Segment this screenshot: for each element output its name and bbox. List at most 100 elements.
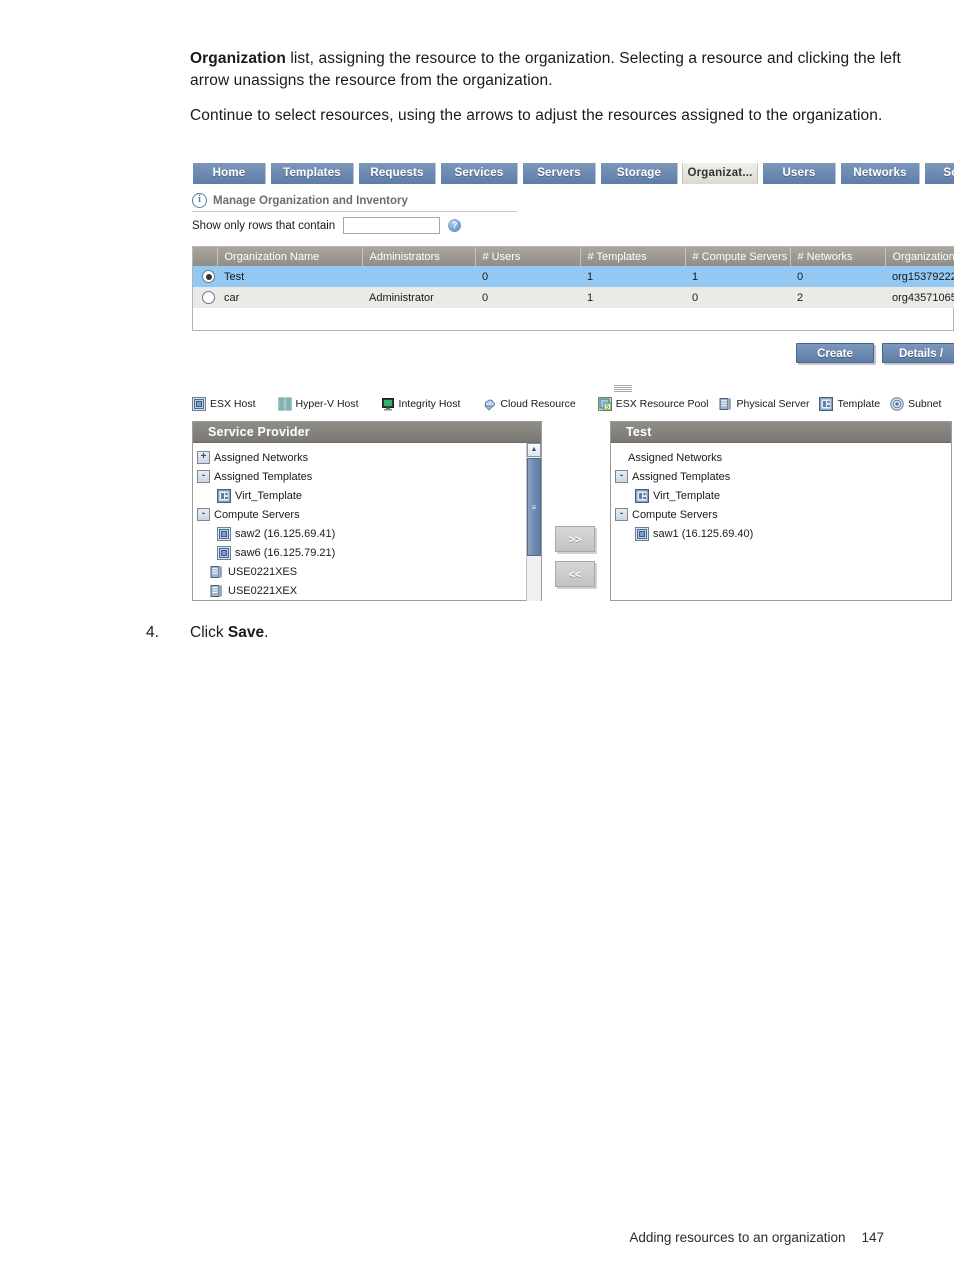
cell-compute-servers: 0 bbox=[685, 287, 790, 308]
tree-item-label: USE0221XEX bbox=[228, 584, 298, 597]
cloud-resource-icon bbox=[484, 399, 496, 411]
collapse-minus-icon[interactable]: - bbox=[197, 508, 210, 521]
collapse-minus-icon[interactable]: - bbox=[615, 470, 628, 483]
tab-requests[interactable]: Requests bbox=[358, 163, 436, 184]
column-organization-id[interactable]: Organization I bbox=[885, 247, 954, 266]
template-icon bbox=[635, 488, 649, 503]
tree-item-label: saw1 (16.125.69.40) bbox=[653, 527, 754, 540]
tree-item-saw2[interactable]: saw2 (16.125.69.41) bbox=[193, 524, 541, 543]
tree-item-assigned-networks[interactable]: Assigned Networks bbox=[611, 448, 951, 467]
tab-storage[interactable]: Storage bbox=[600, 163, 678, 184]
scrollbar-thumb[interactable]: ≡ bbox=[527, 458, 541, 556]
template-icon bbox=[819, 397, 834, 411]
cell-administrators: Administrator bbox=[362, 287, 475, 308]
service-provider-pane-title: Service Provider bbox=[193, 422, 541, 443]
details-button[interactable]: Details / bbox=[882, 343, 954, 363]
tree-item-assigned-networks[interactable]: + Assigned Networks bbox=[193, 448, 541, 467]
collapse-minus-icon[interactable]: - bbox=[197, 470, 210, 483]
organization-pane: Test Assigned Networks - Assigned Templa… bbox=[610, 421, 952, 601]
tree-item-label: Compute Servers bbox=[632, 508, 718, 521]
physical-server-icon bbox=[210, 584, 222, 597]
organizations-grid: Organization Name Administrators # Users… bbox=[192, 246, 954, 331]
tab-users[interactable]: Users bbox=[762, 163, 836, 184]
column-users[interactable]: # Users bbox=[475, 247, 581, 266]
tree-item-use0221xes[interactable]: USE0221XES bbox=[193, 562, 541, 581]
table-row[interactable]: car Administrator 0 1 0 2 org435710655 bbox=[193, 287, 954, 308]
resource-type-legend: ESX Host Hyper-V Host Integrity Host Clo… bbox=[192, 397, 952, 411]
tree-item-label: saw6 (16.125.79.21) bbox=[235, 546, 336, 559]
transfer-buttons: >> << bbox=[555, 526, 595, 587]
service-provider-tree: + Assigned Networks - Assigned Templates… bbox=[193, 443, 541, 601]
table-row[interactable]: Test 0 1 1 0 org153792223 bbox=[193, 266, 954, 287]
create-button[interactable]: Create bbox=[796, 343, 874, 363]
row-radio-selected[interactable] bbox=[202, 270, 215, 283]
collapse-minus-icon[interactable]: - bbox=[615, 508, 628, 521]
physical-server-icon bbox=[210, 565, 222, 578]
tab-home[interactable]: Home bbox=[192, 163, 266, 184]
physical-server-icon bbox=[719, 398, 731, 410]
organization-pane-title: Test bbox=[611, 422, 951, 443]
tree-item-label: Compute Servers bbox=[214, 508, 300, 521]
legend-label: Template bbox=[837, 398, 881, 410]
footer-page-number: 147 bbox=[861, 1230, 884, 1245]
tree-item-compute-servers[interactable]: - Compute Servers bbox=[193, 505, 541, 524]
legend-label: Hyper-V Host bbox=[295, 398, 359, 410]
column-templates[interactable]: # Templates bbox=[580, 247, 686, 266]
unassign-button[interactable]: << bbox=[555, 561, 595, 587]
application-screenshot: Home Templates Requests Services Servers… bbox=[190, 163, 954, 608]
esx-host-icon bbox=[192, 397, 206, 411]
splitter-handle[interactable] bbox=[614, 385, 632, 392]
tab-templates[interactable]: Templates bbox=[270, 163, 354, 184]
tree-item-saw1[interactable]: saw1 (16.125.69.40) bbox=[611, 524, 951, 543]
cell-administrators bbox=[362, 266, 475, 287]
tree-item-label: Assigned Templates bbox=[214, 470, 313, 483]
tree-item-saw6[interactable]: saw6 (16.125.79.21) bbox=[193, 543, 541, 562]
cell-compute-servers: 1 bbox=[685, 266, 790, 287]
filter-input[interactable] bbox=[343, 217, 441, 234]
tree-vertical-scrollbar[interactable]: ▲ ≡ bbox=[526, 443, 541, 601]
step-text-after: . bbox=[264, 624, 269, 641]
cell-users: 0 bbox=[475, 266, 580, 287]
grid-action-buttons: Create Details / bbox=[796, 343, 954, 363]
intro-prose: Organization list, assigning the resourc… bbox=[190, 48, 902, 140]
assign-button[interactable]: >> bbox=[555, 526, 595, 552]
tree-item-label: Virt_Template bbox=[653, 489, 721, 502]
tree-item-label: Assigned Templates bbox=[632, 470, 731, 483]
tree-item-label: USE0221XES bbox=[228, 565, 298, 578]
legend-label: Cloud Resource bbox=[500, 398, 576, 410]
help-icon[interactable]: ? bbox=[448, 219, 462, 232]
expand-plus-icon[interactable]: + bbox=[197, 451, 210, 464]
filter-label: Show only rows that contain bbox=[192, 219, 336, 232]
subnet-icon bbox=[890, 397, 904, 411]
legend-item-esx-host: ESX Host bbox=[192, 397, 256, 411]
esx-resource-pool-icon: S bbox=[597, 397, 612, 411]
scroll-up-button[interactable]: ▲ bbox=[527, 443, 541, 457]
tree-item-virt-template[interactable]: Virt_Template bbox=[193, 486, 541, 505]
column-administrators[interactable]: Administrators bbox=[362, 247, 476, 266]
step-bold-save: Save bbox=[227, 624, 265, 641]
column-organization-name[interactable]: Organization Name bbox=[217, 247, 363, 266]
grid-empty-area bbox=[193, 308, 953, 330]
legend-label: ESX Resource Pool bbox=[615, 398, 709, 410]
tree-item-use0221xex[interactable]: USE0221XEX bbox=[193, 581, 541, 600]
tree-item-compute-servers[interactable]: - Compute Servers bbox=[611, 505, 951, 524]
cell-organization-name: car bbox=[217, 287, 362, 308]
step-number: 4. bbox=[146, 624, 159, 641]
tab-organizations[interactable]: Organizat... bbox=[682, 163, 758, 184]
column-compute-servers[interactable]: # Compute Servers bbox=[685, 247, 791, 266]
tab-networks[interactable]: Networks bbox=[840, 163, 920, 184]
legend-item-physical-server: Physical Server bbox=[719, 397, 809, 411]
cell-organization-id: org435710655 bbox=[885, 287, 954, 308]
tree-item-virt-template[interactable]: Virt_Template bbox=[611, 486, 951, 505]
tree-item-assigned-templates[interactable]: - Assigned Templates bbox=[193, 467, 541, 486]
row-radio[interactable] bbox=[202, 291, 215, 304]
tree-item-assigned-templates[interactable]: - Assigned Templates bbox=[611, 467, 951, 486]
tab-software[interactable]: Soft bbox=[924, 163, 954, 184]
row-radio-cell[interactable] bbox=[193, 266, 217, 287]
tab-servers[interactable]: Servers bbox=[522, 163, 596, 184]
row-radio-cell[interactable] bbox=[193, 287, 217, 308]
tree-item-label: Virt_Template bbox=[235, 489, 303, 502]
tab-services[interactable]: Services bbox=[440, 163, 518, 184]
column-networks[interactable]: # Networks bbox=[790, 247, 886, 266]
footer-title: Adding resources to an organization bbox=[629, 1230, 846, 1245]
